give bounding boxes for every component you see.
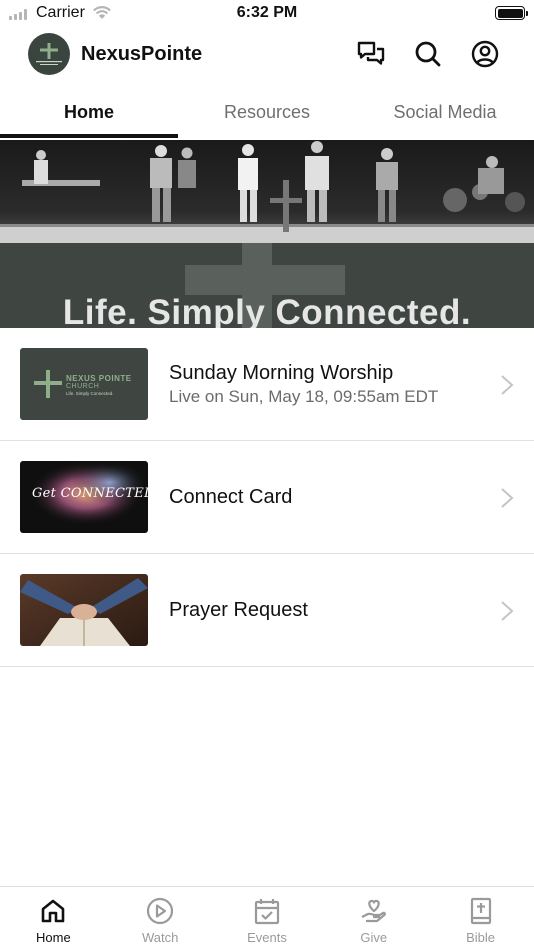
active-tab-indicator (0, 134, 178, 138)
chevron-right-icon (501, 601, 514, 621)
item-title: Prayer Request (169, 598, 308, 621)
nav-give[interactable]: Give (320, 887, 427, 950)
hero-banner[interactable]: Life. Simply Connected. (0, 140, 534, 328)
hero-tagline-band: Life. Simply Connected. (0, 243, 534, 328)
status-bar: Carrier 6:32 PM (0, 0, 534, 28)
battery-icon (495, 6, 528, 20)
worship-band-photo (0, 140, 534, 243)
cross-logo-icon (34, 370, 62, 398)
list-item[interactable]: Get CONNECTED Connect Card (0, 441, 534, 554)
chat-button[interactable] (356, 39, 386, 69)
thumb-brand-tagline: Life. Simply Connected. (66, 391, 114, 396)
tab-home[interactable]: Home (0, 90, 178, 134)
item-title: Connect Card (169, 485, 293, 508)
nav-label: Watch (142, 930, 179, 945)
connect-card-thumbnail: Get CONNECTED (20, 461, 148, 533)
thumb-brand-subtext: CHURCH (66, 383, 100, 390)
home-content-list: NEXUS POINTE CHURCH Life. Simply Connect… (0, 328, 534, 667)
top-tabs: Home Resources Social Media (0, 90, 534, 138)
bible-icon (470, 897, 491, 925)
tab-social-media[interactable]: Social Media (356, 90, 534, 134)
church-logo[interactable] (28, 33, 70, 75)
list-item[interactable]: NEXUS POINTE CHURCH Life. Simply Connect… (0, 328, 534, 441)
item-title: Sunday Morning Worship (169, 361, 394, 384)
nav-home[interactable]: Home (0, 887, 107, 950)
hero-tagline: Life. Simply Connected. (62, 293, 472, 328)
tab-resources[interactable]: Resources (178, 90, 356, 134)
sunday-worship-thumbnail: NEXUS POINTE CHURCH Life. Simply Connect… (20, 348, 148, 420)
prayer-request-thumbnail (20, 574, 148, 646)
app-title: NexusPointe (81, 43, 203, 65)
clock: 6:32 PM (236, 4, 298, 21)
bottom-tab-bar: Home Watch Events Give Bible (0, 886, 534, 950)
nav-label: Events (247, 930, 287, 945)
search-icon (415, 41, 441, 67)
nav-label: Home (36, 930, 71, 945)
nav-bible[interactable]: Bible (427, 887, 534, 950)
give-heart-hand-icon (361, 899, 386, 923)
home-icon (42, 899, 65, 923)
thumb-brand-text: NEXUS POINTE (66, 374, 132, 383)
nav-label: Give (360, 930, 388, 945)
item-subtitle: Live on Sun, May 18, 09:55am EDT (169, 386, 439, 406)
nav-events[interactable]: Events (214, 887, 321, 950)
chevron-right-icon (501, 375, 514, 395)
chevron-right-icon (501, 488, 514, 508)
nav-label: Bible (466, 930, 496, 945)
play-circle-icon (147, 897, 174, 925)
app-header: NexusPointe (0, 30, 534, 80)
list-item[interactable]: Prayer Request (0, 554, 534, 667)
search-button[interactable] (413, 39, 443, 69)
account-circle-icon (471, 40, 499, 68)
profile-button[interactable] (470, 39, 500, 69)
thumb-connect-text: Get CONNECTED (32, 486, 148, 501)
chat-icon (357, 41, 385, 65)
nav-watch[interactable]: Watch (107, 887, 214, 950)
calendar-check-icon (254, 899, 280, 925)
